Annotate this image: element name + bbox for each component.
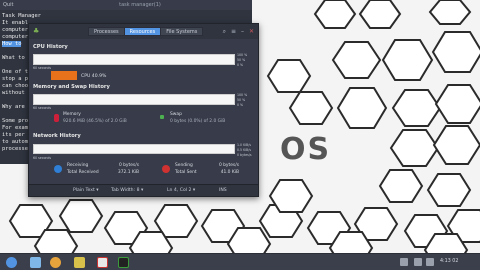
sending-value: 0 bytes/s <box>218 163 239 168</box>
cpu-legend-text: CPU 40.9% <box>81 74 107 79</box>
text-line[interactable]: Task Manager <box>2 13 252 20</box>
sending-label: Sending <box>175 163 193 168</box>
memory-label: Memory <box>63 112 81 117</box>
cpu-graph-label-mid: 50 % <box>237 58 246 62</box>
volume-tray-icon[interactable] <box>414 258 422 266</box>
menu-icon[interactable] <box>6 257 17 268</box>
network-history-title: Network History <box>33 133 81 139</box>
files-icon[interactable] <box>30 257 41 268</box>
format-label: Plain Text <box>73 188 95 193</box>
taskbar: 4:13 02 <box>0 253 480 270</box>
tab-file-systems[interactable]: File Systems <box>160 27 204 36</box>
tab-resources[interactable]: Resources <box>123 27 162 36</box>
network-graph-label-mid: 0.5 KiB/s <box>237 148 251 152</box>
receiving-value: 0 bytes/s <box>118 163 139 168</box>
tab-width-selector[interactable]: Tab Width: 8 ▾ <box>111 188 143 193</box>
minimize-icon[interactable]: – <box>241 27 244 36</box>
format-selector[interactable]: Plain Text ▾ <box>73 188 99 193</box>
memory-history-title: Memory and Swap History <box>33 84 110 90</box>
swap-value: 0 bytes (0.0%) of 2.0 GiB <box>170 119 226 124</box>
total-received-value: 372.1 KiB <box>117 170 139 175</box>
memory-graph-label-top: 100 % <box>237 93 248 97</box>
document-icon[interactable] <box>97 257 108 268</box>
app-icon: ♣ <box>33 27 40 35</box>
background-window-title: task manager(1) <box>119 2 161 8</box>
cpu-graph-time-label: 60 seconds <box>33 66 52 70</box>
memory-stat: Memory 920.6 MiB (46.5%) of 2.0 GiB <box>63 111 127 125</box>
network-tray-icon[interactable] <box>400 258 408 266</box>
network-graph-time-label: 60 seconds <box>33 156 52 160</box>
power-tray-icon[interactable] <box>426 258 434 266</box>
folder-icon[interactable] <box>74 257 85 268</box>
cpu-graph-label-bottom: 0 % <box>237 63 244 67</box>
network-graph-label-bottom: 0 bytes/s <box>237 153 252 157</box>
memory-graph-label-mid: 50 % <box>237 98 246 102</box>
cpu-graph-label-top: 100 % <box>237 53 248 57</box>
status-bar: Plain Text ▾ Tab Width: 8 ▾ Ln 4, Col 2 … <box>29 184 258 196</box>
receiving-label: Receiving <box>67 163 89 168</box>
total-sent-value: 41.0 KiB <box>220 170 239 175</box>
memory-graph <box>33 94 235 105</box>
selected-text[interactable]: How to <box>2 41 22 47</box>
sending-labels: Sending Total Sent <box>175 162 197 176</box>
background-titlebar[interactable]: Quit task manager(1) <box>0 0 252 10</box>
memory-icon[interactable] <box>54 114 59 122</box>
sending-icon[interactable] <box>162 165 170 173</box>
background-menu-label[interactable]: Quit <box>0 2 28 8</box>
close-icon[interactable]: ✕ <box>249 27 254 36</box>
total-received-label: Total Received <box>67 170 99 175</box>
search-icon[interactable]: ⌕ <box>223 27 226 36</box>
window-header[interactable]: ♣ Processes Resources File Systems ⌕ ≡ – ✕ <box>29 24 258 39</box>
total-sent-label: Total Sent <box>175 170 197 175</box>
system-monitor-window[interactable]: ♣ Processes Resources File Systems ⌕ ≡ – ✕… <box>28 23 259 197</box>
tab-bar: Processes Resources File Systems <box>88 27 204 36</box>
cursor-position-label: Ln 4, Col 2 <box>167 188 192 193</box>
network-graph <box>33 144 235 154</box>
insert-mode[interactable]: INS <box>219 188 227 193</box>
swap-stat: Swap 0 bytes (0.0%) of 2.0 GiB <box>170 111 225 125</box>
window-controls: ⌕ ≡ – ✕ <box>223 27 254 36</box>
cpu-legend: CPU 40.9% <box>51 71 106 80</box>
tab-processes[interactable]: Processes <box>88 27 125 36</box>
cpu-history-title: CPU History <box>33 44 68 50</box>
clock[interactable]: 4:13 02 <box>440 259 458 264</box>
receiving-values: 0 bytes/s 372.1 KiB <box>111 162 139 176</box>
receiving-icon[interactable] <box>54 165 62 173</box>
cpu-color-swatch[interactable] <box>51 71 77 80</box>
menu-icon[interactable]: ≡ <box>231 27 236 36</box>
terminal-icon[interactable] <box>118 257 129 268</box>
swap-label: Swap <box>170 112 182 117</box>
receiving-labels: Receiving Total Received <box>67 162 99 176</box>
memory-graph-label-bottom: 0 % <box>237 103 244 107</box>
swap-icon[interactable] <box>160 115 164 119</box>
sending-values: 0 bytes/s 41.0 KiB <box>211 162 239 176</box>
watermark-text: OS <box>280 132 332 167</box>
tab-width-label: Tab Width: 8 <box>111 188 140 193</box>
memory-graph-time-label: 60 seconds <box>33 106 52 110</box>
cpu-graph <box>33 54 235 65</box>
memory-value: 920.6 MiB (46.5%) of 2.0 GiB <box>63 119 127 124</box>
cursor-position[interactable]: Ln 4, Col 2 ▾ <box>167 188 195 193</box>
browser-icon[interactable] <box>50 257 61 268</box>
network-graph-label-top: 1.0 KiB/s <box>237 143 251 147</box>
